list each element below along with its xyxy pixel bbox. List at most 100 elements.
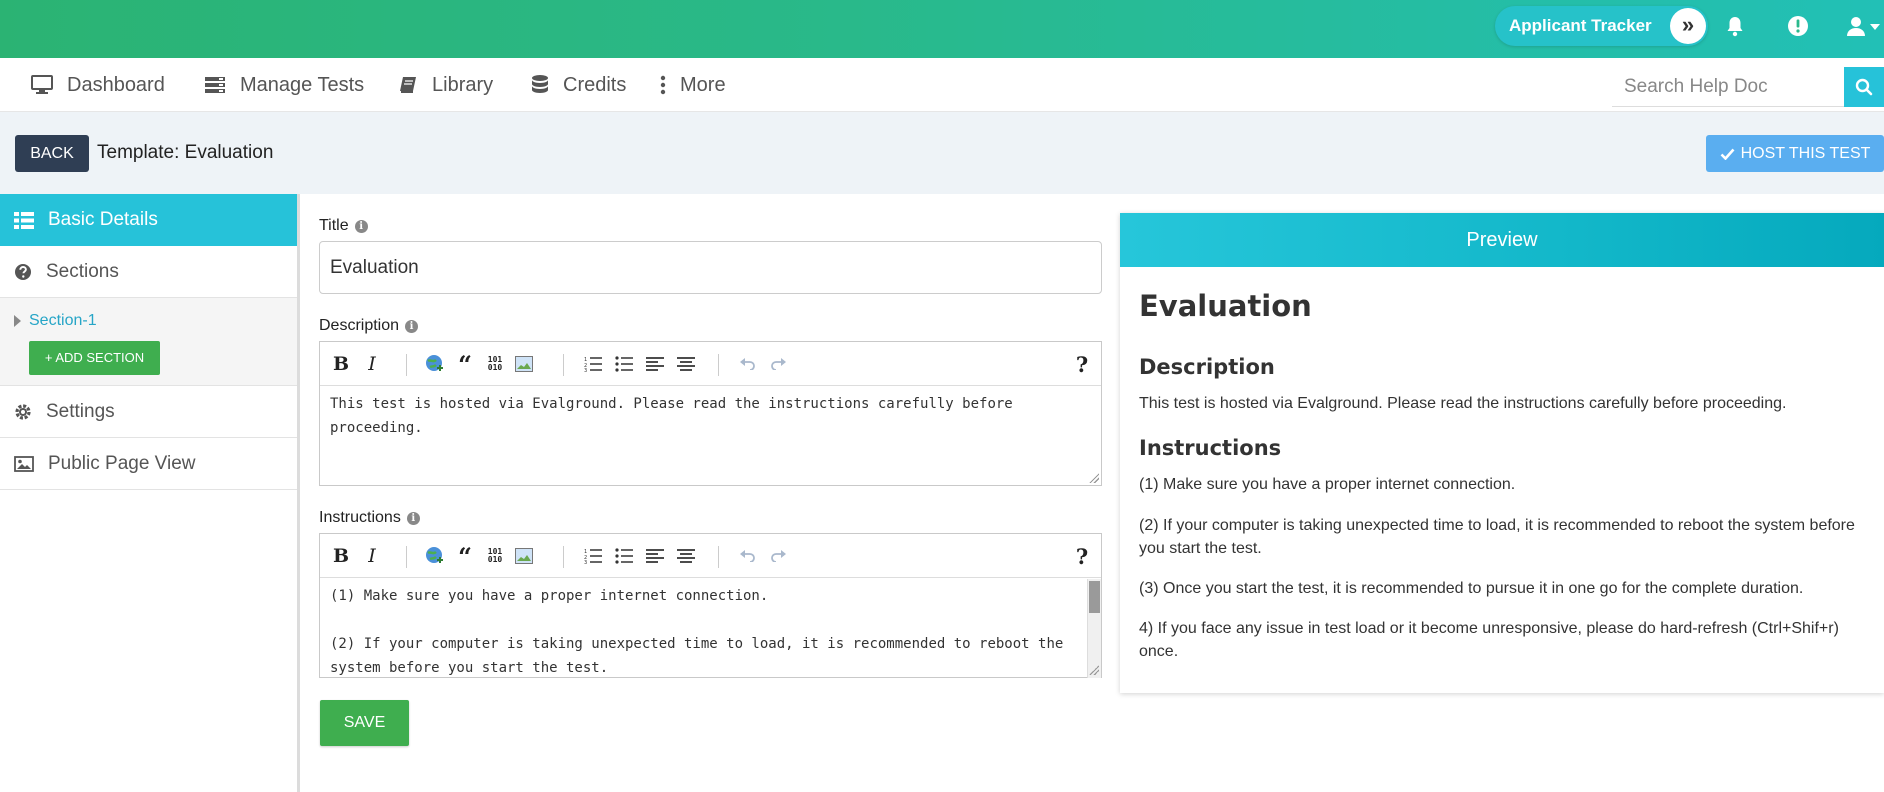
page-title: Template: Evaluation: [97, 142, 274, 163]
scrollbar[interactable]: [1087, 579, 1101, 678]
nav-credits-label: Credits: [563, 73, 627, 96]
bold-button[interactable]: B: [330, 353, 352, 375]
link-button[interactable]: [424, 545, 446, 567]
host-test-button[interactable]: HOST THIS TEST: [1706, 135, 1884, 172]
align-left-icon: [646, 549, 664, 563]
info-icon: i: [406, 511, 420, 525]
align-center-button[interactable]: [675, 353, 697, 375]
bold-button[interactable]: B: [330, 545, 352, 567]
preview-description-heading: Description: [1139, 355, 1275, 379]
nav-more-label: More: [680, 73, 726, 96]
align-left-icon: [646, 357, 664, 371]
picture-icon: [515, 356, 533, 372]
page-header: BACK Template: Evaluation HOST THIS TEST: [0, 112, 1884, 194]
undo-button[interactable]: [737, 545, 759, 567]
align-button[interactable]: [644, 545, 666, 567]
search-help-input[interactable]: [1612, 67, 1844, 107]
description-textarea[interactable]: This test is hosted via Evalground. Plea…: [320, 386, 1101, 485]
sidebar-item-public-page-view[interactable]: Public Page View: [0, 438, 297, 490]
double-chevron-right-icon[interactable]: »: [1670, 8, 1706, 44]
quote-button[interactable]: “: [454, 350, 476, 379]
title-input[interactable]: [319, 241, 1102, 294]
ordered-list-icon: 123: [584, 357, 602, 372]
preview-instruction-item: (3) Once you start the test, it is recom…: [1139, 580, 1804, 597]
sidebar-item-label: Sections: [46, 260, 119, 282]
bell-icon[interactable]: [1723, 14, 1747, 38]
ordered-list-button[interactable]: 123: [582, 545, 604, 567]
globe-link-icon: [426, 355, 443, 371]
undo-button[interactable]: [737, 353, 759, 375]
bullet-list-button[interactable]: [613, 545, 635, 567]
quote-icon: “: [458, 349, 472, 379]
svg-text:3: 3: [584, 560, 587, 564]
instructions-label-text: Instructions: [319, 509, 401, 526]
italic-button[interactable]: I: [361, 353, 383, 375]
italic-button[interactable]: I: [361, 545, 383, 567]
bullet-list-button[interactable]: [613, 353, 635, 375]
nav-dashboard[interactable]: Dashboard: [31, 58, 165, 112]
quote-button[interactable]: “: [454, 542, 476, 571]
search-button[interactable]: [1844, 67, 1884, 107]
undo-icon: [740, 550, 755, 562]
list-icon: [14, 211, 34, 229]
caret-down-icon[interactable]: [1870, 23, 1880, 31]
sidebar: Basic Details Sections Section-1 + ADD S…: [0, 194, 300, 792]
redo-icon: [771, 358, 786, 370]
resize-handle[interactable]: [1089, 473, 1099, 483]
image-button[interactable]: [513, 545, 535, 567]
info-icon: i: [354, 219, 368, 233]
preview-title: Evaluation: [1139, 289, 1312, 323]
sidebar-item-settings[interactable]: Settings: [0, 386, 297, 438]
monitor-icon: [31, 75, 53, 94]
picture-icon: [515, 548, 533, 564]
description-label-text: Description: [319, 317, 400, 334]
user-icon[interactable]: [1844, 14, 1868, 38]
bullet-list-icon: [615, 356, 633, 372]
redo-button[interactable]: [767, 545, 789, 567]
title-label: Title i: [319, 217, 368, 235]
nav-dashboard-label: Dashboard: [67, 73, 165, 96]
section-1-label: Section-1: [29, 312, 97, 329]
check-icon: [1720, 148, 1735, 160]
add-section-button[interactable]: + ADD SECTION: [29, 341, 160, 375]
preview-header: Preview: [1120, 213, 1884, 267]
help-button[interactable]: ?: [1071, 352, 1093, 377]
svg-text:3: 3: [584, 368, 587, 372]
ordered-list-icon: 123: [584, 549, 602, 564]
nav-more[interactable]: More: [660, 58, 726, 112]
gear-icon: [15, 403, 31, 420]
code-button[interactable]: 101 010: [484, 545, 506, 567]
scrollbar-thumb[interactable]: [1089, 581, 1100, 613]
back-button[interactable]: BACK: [15, 135, 89, 172]
ordered-list-button[interactable]: 123: [582, 353, 604, 375]
server-icon: [205, 77, 225, 93]
redo-icon: [771, 550, 786, 562]
align-button[interactable]: [644, 353, 666, 375]
section-1-link[interactable]: Section-1: [14, 312, 97, 330]
nav-credits[interactable]: Credits: [531, 58, 626, 112]
nav-manage-tests[interactable]: Manage Tests: [204, 58, 364, 112]
image-button[interactable]: [513, 353, 535, 375]
applicant-tracker-button[interactable]: Applicant Tracker »: [1495, 6, 1708, 46]
link-button[interactable]: [424, 353, 446, 375]
help-button[interactable]: ?: [1071, 544, 1093, 569]
resize-handle[interactable]: [1089, 665, 1099, 675]
redo-button[interactable]: [767, 353, 789, 375]
save-button[interactable]: SAVE: [320, 700, 409, 746]
preview-instructions-heading: Instructions: [1139, 436, 1282, 460]
code-button[interactable]: 101 010: [484, 353, 506, 375]
search-icon: [1855, 78, 1873, 96]
info-icon: i: [405, 319, 419, 333]
preview-instruction-item: (1) Make sure you have a proper internet…: [1139, 476, 1516, 493]
book-icon: [400, 77, 416, 93]
sidebar-item-basic-details[interactable]: Basic Details: [0, 194, 297, 246]
instructions-textarea[interactable]: (1) Make sure you have a proper internet…: [320, 578, 1101, 677]
alert-icon[interactable]: [1786, 14, 1810, 38]
question-circle-icon: [15, 263, 31, 280]
align-center-button[interactable]: [675, 545, 697, 567]
sidebar-item-sections[interactable]: Sections: [0, 246, 297, 298]
description-editor: B I “ 101 010 123 ? This test is hosted …: [319, 341, 1102, 486]
nav-library[interactable]: Library: [398, 58, 493, 112]
preview-panel: Preview Evaluation Description This test…: [1120, 213, 1884, 693]
caret-right-icon: [14, 315, 21, 327]
